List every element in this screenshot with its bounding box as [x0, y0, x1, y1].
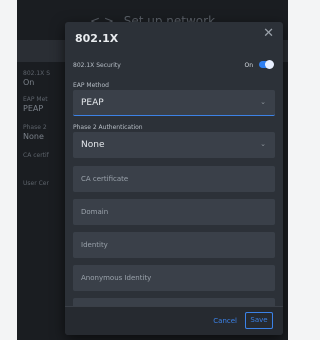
dialog-title: 802.1X — [75, 32, 119, 45]
eap-dialog: 802.1X ✕ 802.1X Security On EAP Method P… — [65, 22, 283, 335]
security-state: On — [244, 62, 253, 69]
dialog-footer: Cancel Save — [65, 306, 283, 335]
bg-row-user-cert: User Cer — [23, 180, 49, 187]
close-icon[interactable]: ✕ — [263, 27, 274, 41]
app-screen: < > Set up network 802.1X S On EAP Met P… — [17, 0, 288, 340]
eap-method-select[interactable]: PEAP ⌄ — [73, 90, 275, 116]
security-row: 802.1X Security On — [73, 60, 275, 74]
phase2-select[interactable]: None ⌄ — [73, 132, 275, 158]
anonymous-identity-placeholder: Anonymous Identity — [81, 274, 152, 282]
eap-method-label: EAP Method — [73, 82, 109, 89]
security-toggle[interactable] — [259, 60, 274, 69]
domain-placeholder: Domain — [81, 208, 109, 216]
toggle-knob — [265, 60, 274, 69]
anonymous-identity-field[interactable]: Anonymous Identity — [73, 265, 275, 291]
security-label: 802.1X Security — [73, 62, 121, 69]
chevron-down-icon: ⌄ — [260, 140, 266, 148]
bg-row-security: 802.1X S On — [23, 70, 51, 87]
bg-row-phase2: Phase 2 None — [23, 124, 47, 141]
bg-row-ca: CA certif — [23, 152, 49, 159]
chevron-down-icon: ⌄ — [260, 98, 266, 106]
identity-field[interactable]: Identity — [73, 232, 275, 258]
cancel-button[interactable]: Cancel — [213, 317, 237, 325]
bg-row-eap: EAP Met PEAP — [23, 96, 48, 113]
ca-certificate-placeholder: CA certificate — [81, 175, 129, 183]
phase2-label: Phase 2 Authentication — [73, 124, 143, 131]
ca-certificate-field[interactable]: CA certificate — [73, 166, 275, 192]
save-button[interactable]: Save — [245, 312, 273, 329]
eap-method-value: PEAP — [81, 98, 104, 108]
phase2-value: None — [81, 140, 105, 150]
identity-placeholder: Identity — [81, 241, 108, 249]
domain-field[interactable]: Domain — [73, 199, 275, 225]
